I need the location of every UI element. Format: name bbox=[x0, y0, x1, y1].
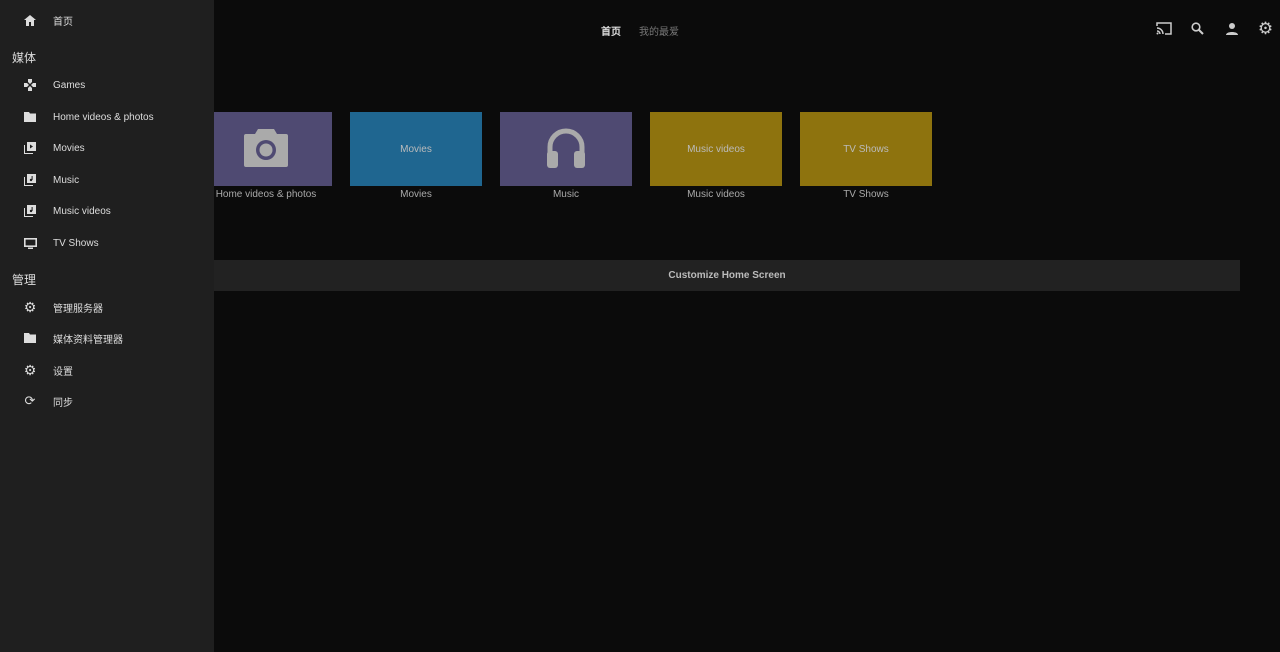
sidebar-item-tv-shows[interactable]: TV Shows bbox=[0, 228, 214, 258]
camera-icon bbox=[244, 128, 288, 170]
music-library-icon bbox=[21, 205, 39, 217]
section-admin-header: 管理 bbox=[12, 273, 37, 287]
sidebar-item-label: 同步 bbox=[53, 397, 73, 409]
sidebar-item-label: Movies bbox=[53, 142, 85, 154]
gear-icon: ⚙ bbox=[23, 298, 37, 315]
music-library-icon bbox=[21, 174, 39, 186]
library-label[interactable]: Music bbox=[500, 189, 632, 200]
sidebar-item-settings[interactable]: ⚙ 设置 bbox=[0, 355, 214, 385]
sidebar-item-music-videos[interactable]: Music videos bbox=[0, 196, 214, 226]
headphones-icon bbox=[546, 127, 586, 172]
home-icon bbox=[21, 14, 39, 26]
tv-icon bbox=[21, 237, 39, 249]
video-library-icon bbox=[21, 142, 39, 154]
sync-icon: ⟳ bbox=[24, 393, 36, 408]
folder-icon bbox=[21, 333, 39, 343]
sidebar-item-label: Home videos & photos bbox=[53, 111, 154, 123]
folder-icon bbox=[21, 112, 39, 122]
gear-icon[interactable]: ⚙ bbox=[1257, 19, 1274, 38]
header-tabs: 首页 我的最爱 bbox=[601, 23, 679, 38]
sidebar-item-label: 设置 bbox=[53, 366, 73, 378]
sidebar-item-label: Games bbox=[53, 79, 86, 91]
library-label[interactable]: TV Shows bbox=[800, 189, 932, 200]
tab-favorites[interactable]: 我的最爱 bbox=[639, 23, 679, 38]
sidebar-item-games[interactable]: Games bbox=[0, 70, 214, 100]
sidebar-item-label: Music bbox=[53, 174, 80, 186]
sidebar-item-music[interactable]: Music bbox=[0, 165, 214, 195]
section-media-header: 媒体 bbox=[12, 51, 37, 65]
tile-text: Music videos bbox=[687, 143, 745, 155]
sidebar-item-label: 媒体资料管理器 bbox=[53, 334, 123, 346]
library-label[interactable]: Music videos bbox=[650, 189, 782, 200]
library-tile-movies[interactable]: Movies bbox=[350, 112, 482, 186]
sidebar-item-label: 管理服务器 bbox=[53, 303, 103, 315]
library-label[interactable]: Home videos & photos bbox=[200, 189, 332, 200]
library-tile-music-videos[interactable]: Music videos bbox=[650, 112, 782, 186]
search-icon[interactable] bbox=[1189, 20, 1206, 37]
sidebar-item-label: Music videos bbox=[53, 205, 111, 217]
user-icon[interactable] bbox=[1223, 20, 1240, 37]
sidebar-item-metadata-manager[interactable]: 媒体资料管理器 bbox=[0, 323, 214, 353]
sidebar-item-label: TV Shows bbox=[53, 237, 99, 249]
library-tile-home-videos[interactable] bbox=[200, 112, 332, 186]
sidebar-item-label: 首页 bbox=[53, 16, 73, 28]
sidebar-item-manage-server[interactable]: ⚙ 管理服务器 bbox=[0, 292, 214, 322]
cast-icon[interactable] bbox=[1155, 20, 1172, 37]
navigation-drawer: 首页 媒体 Games Home videos & photos Movies … bbox=[0, 0, 214, 652]
gamepad-icon bbox=[21, 79, 39, 91]
tile-text: TV Shows bbox=[843, 143, 889, 155]
sidebar-item-home[interactable]: 首页 bbox=[0, 5, 214, 35]
sidebar-item-sync[interactable]: ⟳ 同步 bbox=[0, 386, 214, 416]
library-tile-music[interactable] bbox=[500, 112, 632, 186]
sidebar-item-home-videos[interactable]: Home videos & photos bbox=[0, 102, 214, 132]
tab-home[interactable]: 首页 bbox=[601, 23, 621, 38]
library-tile-tv-shows[interactable]: TV Shows bbox=[800, 112, 932, 186]
library-label[interactable]: Movies bbox=[350, 189, 482, 200]
customize-home-screen-button[interactable]: Customize Home Screen bbox=[214, 260, 1240, 291]
sidebar-item-movies[interactable]: Movies bbox=[0, 133, 214, 163]
header-actions: ⚙ bbox=[1155, 19, 1274, 38]
gear-icon: ⚙ bbox=[23, 361, 37, 378]
tile-text: Movies bbox=[400, 143, 432, 155]
